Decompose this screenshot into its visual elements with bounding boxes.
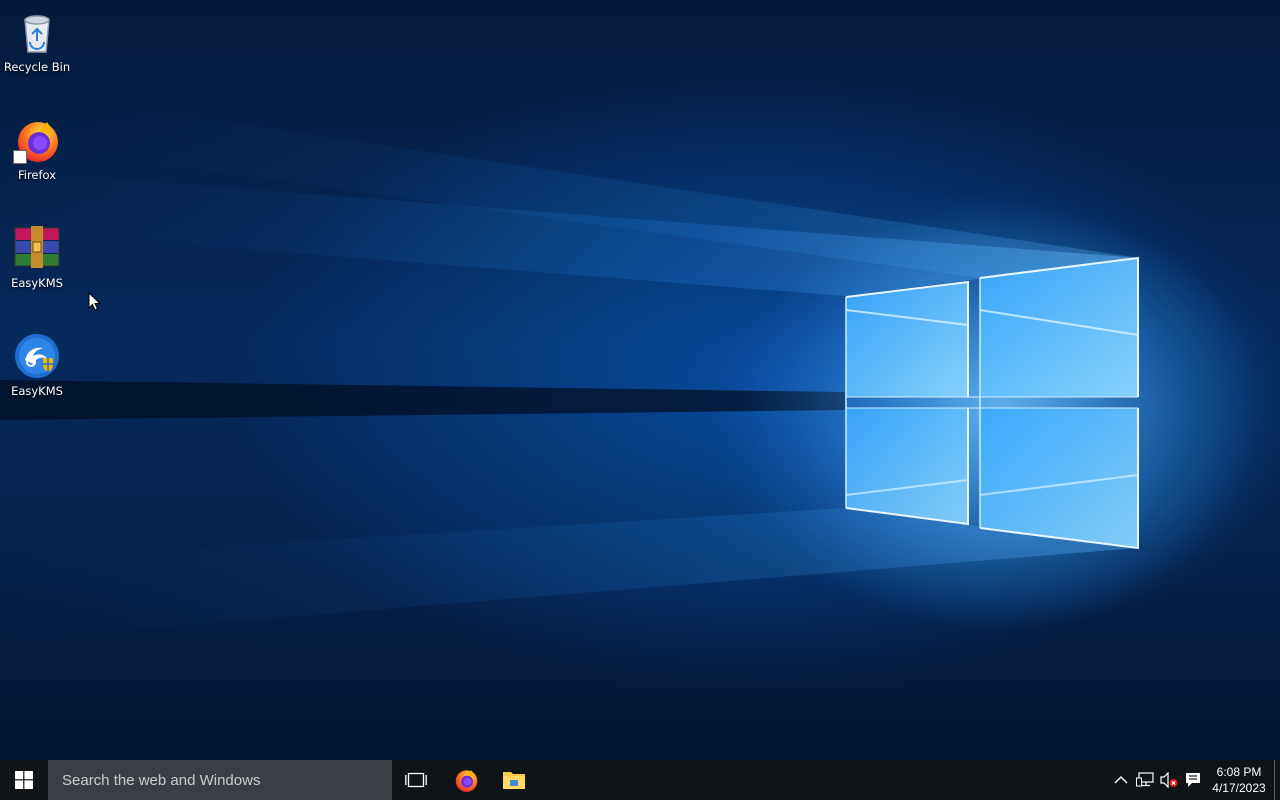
volume-tray-button[interactable] xyxy=(1159,770,1179,790)
desktop-icon-label: EasyKMS xyxy=(11,384,63,398)
taskbar-firefox-button[interactable] xyxy=(442,760,490,800)
firefox-icon xyxy=(13,116,61,164)
show-desktop-button[interactable] xyxy=(1274,760,1280,800)
folder-icon xyxy=(503,772,525,789)
show-hidden-icons-button[interactable] xyxy=(1111,770,1131,790)
shortcut-arrow-icon xyxy=(13,150,27,164)
chevron-up-icon xyxy=(1114,776,1128,784)
network-icon xyxy=(1136,772,1154,787)
desktop[interactable]: Recycle Bin Firefox EasyKMS EasyKMS xyxy=(0,0,1280,760)
volume-muted-icon xyxy=(1160,772,1178,788)
action-center-icon xyxy=(1186,773,1200,787)
firefox-icon xyxy=(455,770,478,792)
taskbar-file-explorer-button[interactable] xyxy=(490,760,538,800)
desktop-icon-recycle-bin[interactable]: Recycle Bin xyxy=(4,2,70,94)
network-tray-button[interactable] xyxy=(1135,770,1155,790)
search-input[interactable] xyxy=(60,770,384,790)
desktop-icon-label: Firefox xyxy=(17,168,57,182)
recycle-bin-icon xyxy=(13,8,61,56)
winrar-archive-icon xyxy=(13,224,61,272)
task-view-button[interactable] xyxy=(392,760,440,800)
desktop-icon-label: EasyKMS xyxy=(11,276,63,290)
taskbar-search-box[interactable] xyxy=(48,760,392,800)
clock-time: 6:08 PM xyxy=(1216,765,1262,779)
desktop-icon-firefox[interactable]: Firefox xyxy=(4,110,70,202)
taskbar: 6:08 PM 4/17/2023 xyxy=(0,760,1280,800)
mouse-pointer-icon xyxy=(88,292,102,311)
easykms-app-icon xyxy=(13,332,61,380)
action-center-button[interactable] xyxy=(1183,770,1203,790)
taskbar-clock[interactable]: 6:08 PM 4/17/2023 xyxy=(1206,763,1272,797)
wallpaper-image xyxy=(0,100,1260,640)
desktop-icon-easykms-archive[interactable]: EasyKMS xyxy=(4,218,70,310)
clock-date: 4/17/2023 xyxy=(1212,781,1266,795)
desktop-icon-label: Recycle Bin xyxy=(3,60,71,74)
task-view-icon xyxy=(405,772,427,788)
start-button[interactable] xyxy=(0,760,48,800)
windows-logo-icon xyxy=(15,771,33,789)
desktop-icon-easykms-app[interactable]: EasyKMS xyxy=(4,326,70,418)
